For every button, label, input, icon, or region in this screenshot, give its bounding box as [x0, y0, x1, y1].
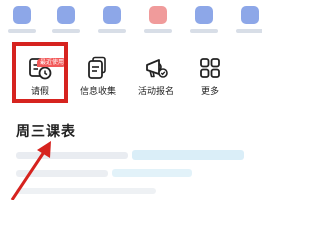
- grid-item-activity-signup[interactable]: 活动报名: [132, 56, 180, 104]
- course-tag-placeholder: [112, 169, 192, 177]
- top-app-item[interactable]: [184, 0, 224, 36]
- course-text-placeholder: [16, 152, 128, 159]
- top-app-item[interactable]: [230, 0, 262, 36]
- app-icon: [57, 6, 75, 24]
- grid-item-label: 活动报名: [137, 87, 174, 97]
- app-icon: [195, 6, 213, 24]
- top-app-row: [0, 0, 262, 36]
- more-grid-icon: [198, 56, 222, 80]
- app-label-placeholder: [144, 29, 172, 33]
- course-text-placeholder: [16, 188, 156, 194]
- top-app-item[interactable]: [2, 0, 42, 36]
- highlight-box: [12, 42, 68, 103]
- app-label-placeholder: [190, 29, 218, 33]
- top-app-item[interactable]: [46, 0, 86, 36]
- app-icon: [241, 6, 259, 24]
- app-label-placeholder: [236, 29, 262, 33]
- app-icon: [103, 6, 121, 24]
- grid-item-label: 更多: [200, 87, 219, 97]
- top-app-item[interactable]: [92, 0, 132, 36]
- app-label-placeholder: [52, 29, 80, 33]
- app-label-placeholder: [8, 29, 36, 33]
- course-tag-placeholder: [132, 150, 244, 160]
- course-text-placeholder: [16, 170, 108, 177]
- grid-item-more[interactable]: 更多: [186, 56, 234, 104]
- app-label-placeholder: [98, 29, 126, 33]
- section-title: 周三课表: [16, 124, 76, 140]
- grid-item-info-collect[interactable]: 信息收集: [74, 56, 122, 104]
- info-collect-icon: [86, 56, 110, 80]
- app-icon: [149, 6, 167, 24]
- top-app-item[interactable]: [138, 0, 178, 36]
- app-icon: [13, 6, 31, 24]
- activity-signup-icon: [144, 56, 168, 80]
- grid-item-label: 信息收集: [79, 87, 116, 97]
